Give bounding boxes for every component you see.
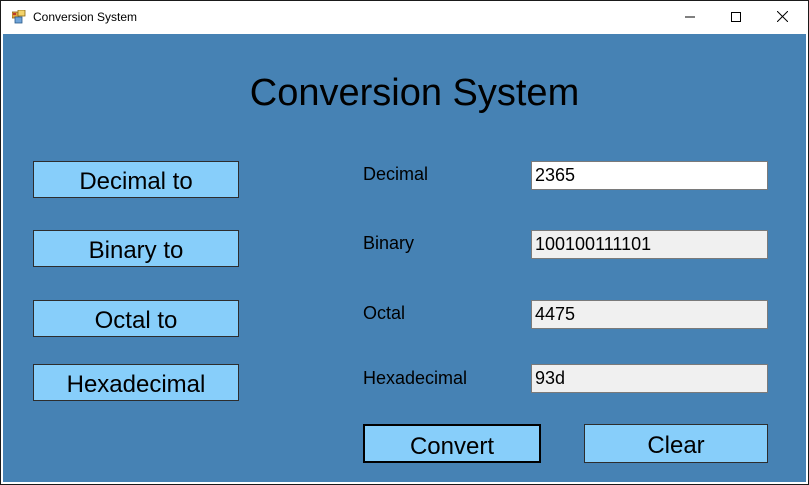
octal-to-button[interactable]: Octal to xyxy=(33,300,239,337)
maximize-icon xyxy=(731,9,741,27)
binary-label: Binary xyxy=(363,233,415,253)
form-client-area: Conversion System Decimal to Binary to O… xyxy=(3,34,806,482)
convert-button[interactable]: Convert xyxy=(363,424,541,463)
binary-to-button[interactable]: Binary to xyxy=(33,230,239,267)
app-window-icon xyxy=(11,9,26,24)
decimal-to-button[interactable]: Decimal to xyxy=(33,161,239,198)
page-title: Conversion System xyxy=(249,72,580,114)
close-icon xyxy=(776,9,788,27)
hexadecimal-button[interactable]: Hexadecimal xyxy=(33,364,239,401)
maximize-button[interactable] xyxy=(713,1,759,34)
window-title: Conversion System xyxy=(33,10,138,24)
minimize-button[interactable] xyxy=(667,1,713,34)
binary-field[interactable]: 100100111101 xyxy=(531,230,768,259)
minimize-icon xyxy=(685,9,695,27)
hexadecimal-field[interactable]: 93d xyxy=(531,364,768,393)
octal-field[interactable]: 4475 xyxy=(531,300,768,329)
hexadecimal-label: Hexadecimal xyxy=(363,368,468,388)
title-bar[interactable]: Conversion System xyxy=(1,1,808,34)
close-button[interactable] xyxy=(759,1,805,34)
octal-label: Octal xyxy=(363,303,406,323)
decimal-label: Decimal xyxy=(363,164,429,184)
decimal-field[interactable]: 2365 xyxy=(531,161,768,190)
app-window: Conversion System Conversion System Deci… xyxy=(0,0,809,485)
clear-button[interactable]: Clear xyxy=(584,424,768,463)
